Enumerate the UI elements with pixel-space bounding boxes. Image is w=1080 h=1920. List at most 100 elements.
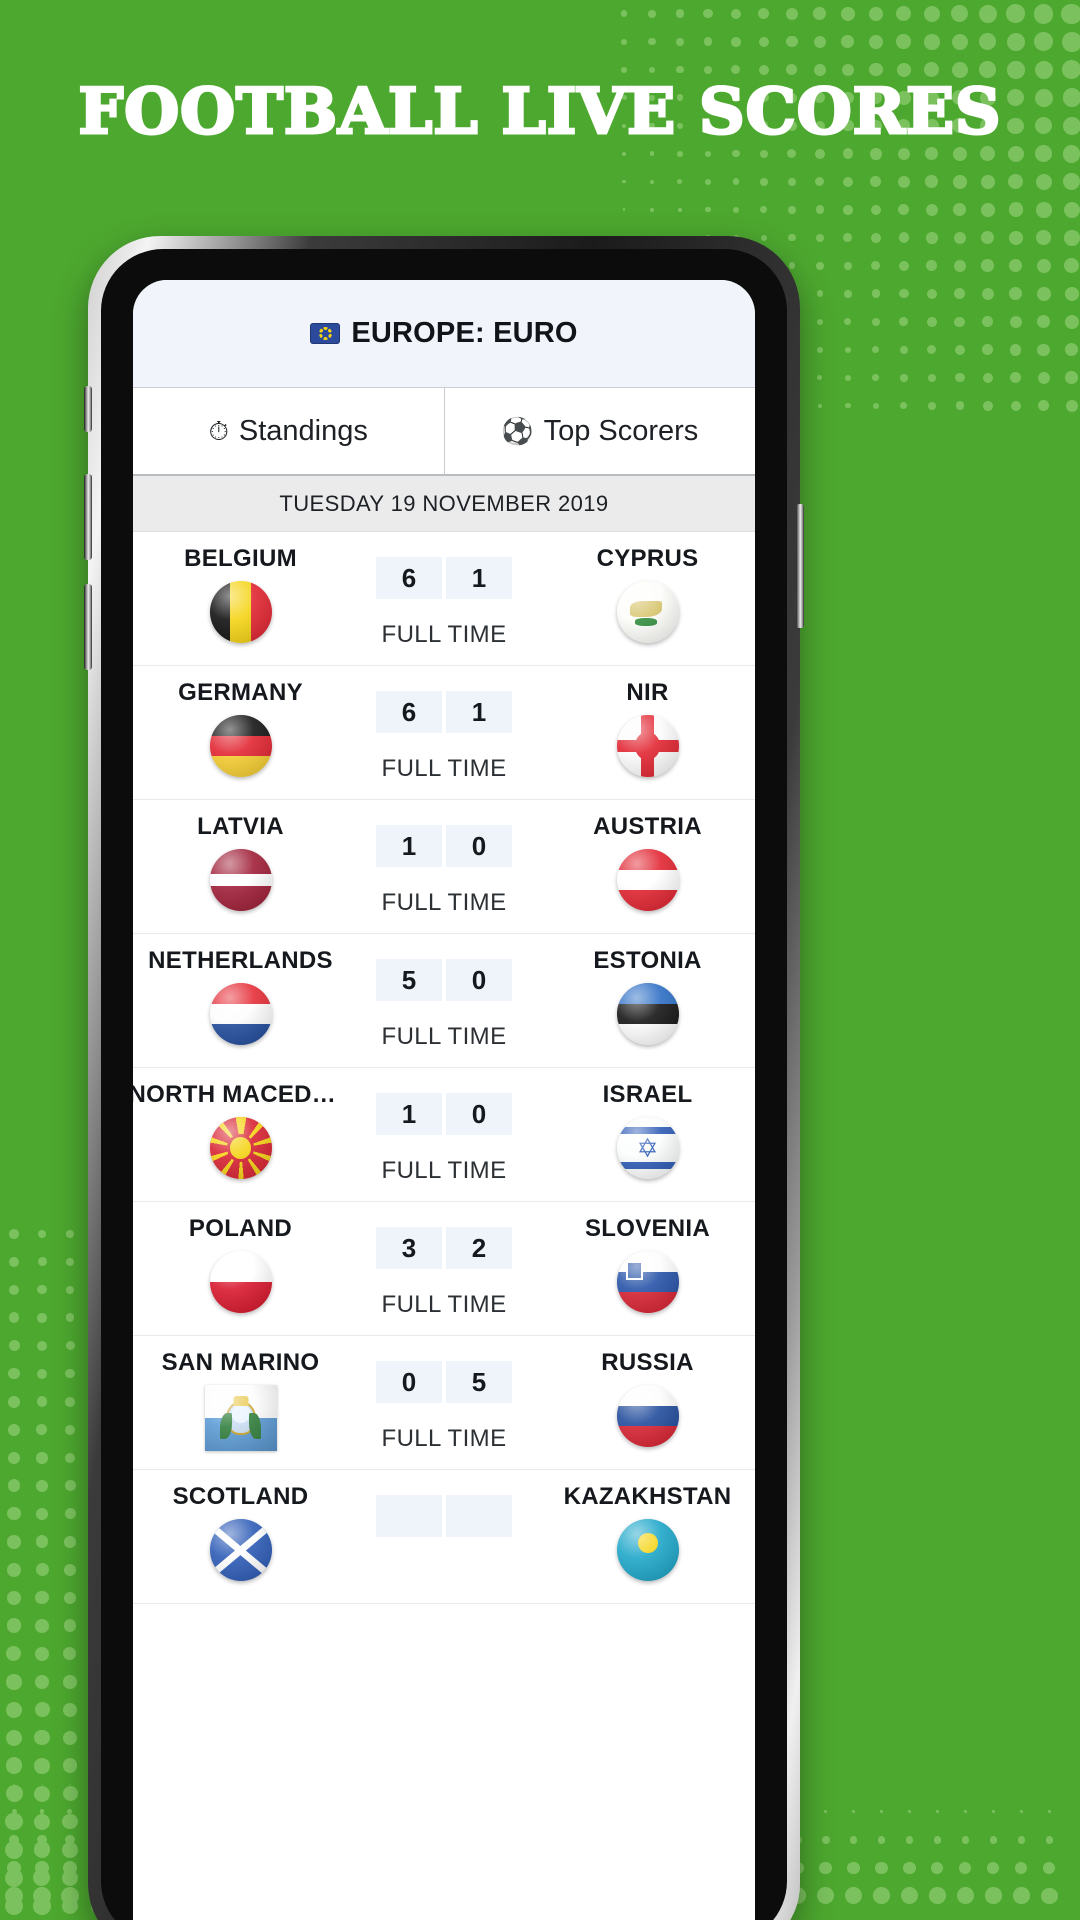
home-score: 6 (376, 557, 442, 599)
team-home: SAN MARINO (133, 1336, 348, 1451)
team-away-name: AUSTRIA (593, 813, 702, 840)
team-away: AUSTRIA (540, 800, 755, 911)
team-away: SLOVENIA (540, 1202, 755, 1313)
match-score: 3 2 FULL TIME (348, 1202, 540, 1319)
match-status: FULL TIME (381, 621, 507, 648)
away-score: 0 (446, 959, 512, 1001)
score-boxes: 61 (376, 557, 512, 599)
team-home-name: NETHERLANDS (148, 947, 333, 974)
standings-table-icon: ⏱ (208, 416, 229, 446)
team-home: GERMANY (133, 666, 348, 777)
match-score: 0 5 FULL TIME (348, 1336, 540, 1453)
team-away: KAZAKHSTAN (540, 1470, 755, 1581)
tab-standings[interactable]: ⏱ Standings (133, 388, 444, 474)
score-boxes: 61 (376, 691, 512, 733)
phone-screen: EUROPE: EURO ⏱ Standings ⚽ Top Scorers T… (133, 280, 755, 1920)
match-row[interactable]: NORTH MACEDON... 1 0 FULL TIME ISRAEL ✡ (133, 1068, 755, 1202)
scotland-flag (209, 1519, 272, 1581)
team-away: NIR (540, 666, 755, 777)
poland-flag (209, 1251, 272, 1313)
team-away: ESTONIA (540, 934, 755, 1045)
netherlands-flag (209, 983, 272, 1045)
power-button[interactable] (796, 504, 804, 628)
team-home-name: SCOTLAND (172, 1483, 309, 1510)
team-home-name: LATVIA (197, 813, 284, 840)
match-row[interactable]: SAN MARINO 0 5 FULL TIME RUSSIA (133, 1336, 755, 1470)
score-boxes: 32 (376, 1227, 512, 1269)
team-away-name: KAZAKHSTAN (563, 1483, 732, 1510)
cyprus-flag (616, 581, 679, 643)
team-home-name: NORTH MACEDON... (133, 1081, 353, 1108)
slovenia-flag (616, 1251, 679, 1313)
team-home: NORTH MACEDON... (133, 1068, 353, 1179)
team-away: CYPRUS (540, 532, 755, 643)
team-away: RUSSIA (540, 1336, 755, 1447)
league-name: EUROPE: EURO (351, 317, 578, 349)
israel-flag: ✡ (616, 1117, 679, 1179)
germany-flag (209, 715, 272, 777)
match-status: FULL TIME (381, 1023, 507, 1050)
soccer-ball-icon: ⚽ (501, 416, 534, 446)
team-away-name: RUSSIA (601, 1349, 694, 1376)
tab-top-scorers-label: Top Scorers (543, 414, 699, 447)
home-score: 5 (376, 959, 442, 1001)
team-away-name: SLOVENIA (584, 1215, 711, 1242)
tab-standings-label: Standings (238, 414, 368, 447)
silence-switch-button[interactable] (84, 386, 92, 432)
match-row[interactable]: NETHERLANDS 5 0 FULL TIME ESTONIA (133, 934, 755, 1068)
tab-bar: ⏱ Standings ⚽ Top Scorers (133, 388, 755, 476)
phone-mockup: EUROPE: EURO ⏱ Standings ⚽ Top Scorers T… (84, 236, 804, 1920)
date-header: TUESDAY 19 NOVEMBER 2019 (133, 476, 755, 532)
tab-top-scorers[interactable]: ⚽ Top Scorers (443, 388, 755, 474)
team-away-name: CYPRUS (596, 545, 699, 572)
team-home-name: SAN MARINO (161, 1349, 320, 1376)
score-boxes: 50 (376, 959, 512, 1001)
away-score: 2 (446, 1227, 512, 1269)
match-row[interactable]: BELGIUM 6 1 FULL TIME CYPRUS (133, 532, 755, 666)
league-title-group: EUROPE: EURO (310, 317, 577, 350)
match-row[interactable]: POLAND 3 2 FULL TIME SLOVENIA (133, 1202, 755, 1336)
away-score: 1 (446, 557, 512, 599)
team-home-name: GERMANY (178, 679, 303, 706)
match-score (348, 1470, 540, 1537)
match-score: 1 0 FULL TIME (348, 800, 540, 917)
page-title: Football Live Scores (77, 74, 1002, 148)
match-status: FULL TIME (381, 889, 507, 916)
kazakhstan-flag (616, 1519, 679, 1581)
austria-flag (616, 849, 679, 911)
estonia-flag (616, 983, 679, 1045)
match-list: BELGIUM 6 1 FULL TIME CYPRUS GERMANY 6 1 FULL TI… (133, 532, 755, 1604)
team-away-name: NIR (626, 679, 669, 706)
match-row[interactable]: SCOTLAND KAZAKHSTAN (133, 1470, 755, 1604)
team-away: ISRAEL ✡ (540, 1068, 755, 1179)
score-boxes: 10 (376, 825, 512, 867)
belgium-flag (209, 581, 272, 643)
match-score: 6 1 FULL TIME (348, 666, 540, 783)
team-home-name: POLAND (188, 1215, 293, 1242)
team-home: LATVIA (133, 800, 348, 911)
score-boxes: 10 (376, 1093, 512, 1135)
team-home: POLAND (133, 1202, 348, 1313)
match-score: 1 0 FULL TIME (348, 1068, 540, 1185)
match-row[interactable]: LATVIA 1 0 FULL TIME AUSTRIA (133, 800, 755, 934)
match-score: 6 1 FULL TIME (348, 532, 540, 649)
europe-flag-icon (310, 323, 341, 344)
northern-ireland-flag (616, 715, 679, 777)
san-marino-flag (204, 1385, 277, 1451)
home-score: 6 (376, 691, 442, 733)
volume-down-button[interactable] (84, 584, 92, 670)
match-row[interactable]: GERMANY 6 1 FULL TIME NIR (133, 666, 755, 800)
home-score: 3 (376, 1227, 442, 1269)
team-away-name: ISRAEL (602, 1081, 693, 1108)
home-score (376, 1495, 442, 1537)
team-home: SCOTLAND (133, 1470, 348, 1581)
home-score: 0 (376, 1361, 442, 1403)
match-status: FULL TIME (381, 755, 507, 782)
match-status: FULL TIME (381, 1157, 507, 1184)
away-score: 0 (446, 825, 512, 867)
team-home-name: BELGIUM (184, 545, 297, 572)
volume-up-button[interactable] (84, 474, 92, 560)
latvia-flag (209, 849, 272, 911)
match-status: FULL TIME (381, 1425, 507, 1452)
away-score (446, 1495, 512, 1537)
